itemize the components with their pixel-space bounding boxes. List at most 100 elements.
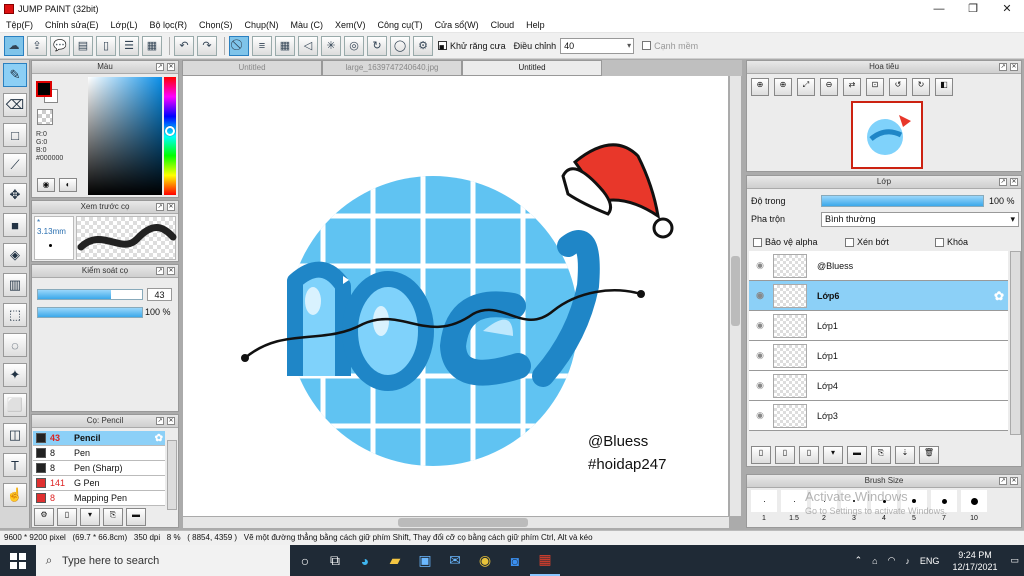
export-icon[interactable]: ⇪ <box>27 35 47 56</box>
new-layer-8bit-icon[interactable]: ▯ <box>775 446 795 464</box>
close-button[interactable]: ✕ <box>990 2 1024 15</box>
magic-wand-icon[interactable]: ✦ <box>3 363 27 387</box>
actual-size-icon[interactable]: ⊡ <box>866 78 884 96</box>
lock-toggle[interactable]: Khóa <box>935 237 968 247</box>
brush-folder-icon[interactable]: ▬ <box>126 508 146 526</box>
circle-snap-icon[interactable]: ◯ <box>390 35 410 56</box>
clip-toggle[interactable]: Xén bớt <box>845 237 889 247</box>
menu-capture[interactable]: Chụp(N) <box>239 20 285 30</box>
cloud-icon[interactable]: ☁ <box>4 35 24 56</box>
close-icon[interactable]: ✕ <box>167 417 175 425</box>
undock-icon[interactable]: ↗ <box>156 63 164 71</box>
undock-icon[interactable]: ↗ <box>156 417 164 425</box>
menu-file[interactable]: Tệp(F) <box>0 20 39 30</box>
notification-icon[interactable]: ▭ <box>1010 555 1019 566</box>
minimize-button[interactable]: — <box>922 3 956 15</box>
soft-edge-checkbox[interactable] <box>642 41 652 50</box>
brush-item[interactable]: 43 Pencil ✿ <box>33 431 165 446</box>
merge-down-icon[interactable]: ⇣ <box>895 446 915 464</box>
duplicate-layer-icon[interactable]: ⎘ <box>871 446 891 464</box>
zoom-out-icon[interactable]: ⊖ <box>820 78 838 96</box>
brush-size-slider[interactable] <box>37 289 143 300</box>
move-tool-icon[interactable]: ✥ <box>3 183 27 207</box>
language-indicator[interactable]: ENG <box>920 556 940 566</box>
undock-icon[interactable]: ↗ <box>156 267 164 275</box>
select-rect-icon[interactable]: □ <box>3 123 27 147</box>
brush-opacity-slider[interactable] <box>37 307 143 318</box>
undock-icon[interactable]: ↗ <box>156 203 164 211</box>
cortana-icon[interactable]: ○ <box>290 545 320 576</box>
brush-menu-icon[interactable]: ▾ <box>80 508 100 526</box>
close-icon[interactable]: ✕ <box>167 203 175 211</box>
radial-snap-icon[interactable]: ✳ <box>321 35 341 56</box>
chevron-up-icon[interactable]: ⌃ <box>855 555 863 566</box>
hue-slider-handle[interactable] <box>165 126 175 136</box>
visibility-icon[interactable]: ◉ <box>754 380 766 392</box>
brush-size-preset[interactable] <box>961 490 987 512</box>
hscroll-thumb[interactable] <box>398 518 528 527</box>
menu-cloud[interactable]: Cloud <box>485 20 521 30</box>
brush-size-preset[interactable] <box>751 490 777 512</box>
menu-window[interactable]: Cửa sổ(W) <box>429 20 485 30</box>
layer-opacity-slider[interactable] <box>821 195 984 207</box>
redo-icon[interactable]: ↷ <box>197 35 217 56</box>
hue-slider[interactable] <box>164 77 176 195</box>
undock-icon[interactable]: ↗ <box>999 63 1007 71</box>
soft-edge-toggle[interactable]: Cạnh mềm <box>642 41 698 51</box>
protect-alpha-checkbox[interactable] <box>753 237 762 247</box>
new-brush-icon[interactable]: ▯ <box>57 508 77 526</box>
close-icon[interactable]: ✕ <box>1010 63 1018 71</box>
gear-icon[interactable]: ✿ <box>994 289 1004 303</box>
chrome-icon[interactable]: ◉ <box>470 545 500 576</box>
comment-icon[interactable]: 💬 <box>50 35 70 56</box>
vscroll-thumb[interactable] <box>731 256 740 326</box>
flip-icon[interactable]: ⇄ <box>843 78 861 96</box>
adjust-select[interactable]: 40 ▾ <box>560 37 635 54</box>
zoom-fit-icon[interactable]: ⊕ <box>751 78 769 96</box>
windows-start-icon[interactable] <box>0 545 36 576</box>
pen-tool-icon[interactable]: ⟋ <box>3 153 27 177</box>
undock-icon[interactable]: ↗ <box>999 178 1007 186</box>
canvas-horizontal-scrollbar[interactable] <box>183 516 729 528</box>
lasso-tool-icon[interactable]: ◌ <box>3 333 27 357</box>
perspective-snap-icon[interactable]: ◁ <box>298 35 318 56</box>
reset-view-icon[interactable]: ◧ <box>935 78 953 96</box>
protect-alpha-toggle[interactable]: Bảo vệ alpha <box>753 237 818 247</box>
message-icon[interactable]: ▤ <box>73 35 93 56</box>
tab-large-jpg[interactable]: large_1639747240640.jpg <box>322 60 462 76</box>
menu-view[interactable]: Xem(V) <box>329 20 372 30</box>
lock-checkbox[interactable] <box>935 237 944 247</box>
edge-icon[interactable]: ◕ <box>350 545 380 576</box>
close-icon[interactable]: ✕ <box>167 63 175 71</box>
menu-select[interactable]: Chọn(S) <box>193 20 239 30</box>
brush-copy-icon[interactable]: ⎘ <box>103 508 123 526</box>
transparent-swatch[interactable] <box>37 109 53 125</box>
eyedropper-icon[interactable]: ◐ <box>59 178 77 192</box>
zoom-full-icon[interactable]: ⤢ <box>797 78 815 96</box>
text-tool-icon[interactable]: T <box>3 453 27 477</box>
layer-menu-icon[interactable]: ▾ <box>823 446 843 464</box>
blend-mode-select[interactable]: Bình thường ▾ <box>821 212 1019 227</box>
concentric-snap-icon[interactable]: ◎ <box>344 35 364 56</box>
hand-tool-icon[interactable]: ☝ <box>3 483 27 507</box>
layer-folder-icon[interactable]: ▬ <box>847 446 867 464</box>
menu-layer[interactable]: Lớp(L) <box>105 20 144 30</box>
layer-row[interactable]: ◉ Lớp4 <box>749 371 1008 401</box>
task-view-icon[interactable]: ⧉ <box>320 545 350 576</box>
list-icon[interactable]: ☰ <box>119 35 139 56</box>
delete-layer-icon[interactable]: 🗑 <box>919 446 939 464</box>
layer-row[interactable]: ◉ Lớp6 ✿ <box>749 281 1008 311</box>
new-layer-1bit-icon[interactable]: ▯ <box>799 446 819 464</box>
tab-untitled-active[interactable]: Untitled <box>462 60 602 76</box>
canvas-vertical-scrollbar[interactable] <box>729 76 741 516</box>
fill-rect-icon[interactable]: ■ <box>3 213 27 237</box>
brush-item[interactable]: 8 Pen <box>33 446 165 461</box>
eraser-tool-icon[interactable]: ⌫ <box>3 93 27 117</box>
layer-list-scrollbar[interactable] <box>1010 251 1021 435</box>
brush-item[interactable]: 8 Mapping Pen <box>33 491 165 506</box>
layer-row[interactable]: ◉ Lớp1 <box>749 311 1008 341</box>
brush-tool-icon[interactable]: ✎ <box>3 63 27 87</box>
no-snap-icon[interactable]: ⃠ <box>229 35 249 56</box>
brush-item[interactable]: 141 G Pen <box>33 476 165 491</box>
zoom-in-icon[interactable]: ⊕ <box>774 78 792 96</box>
